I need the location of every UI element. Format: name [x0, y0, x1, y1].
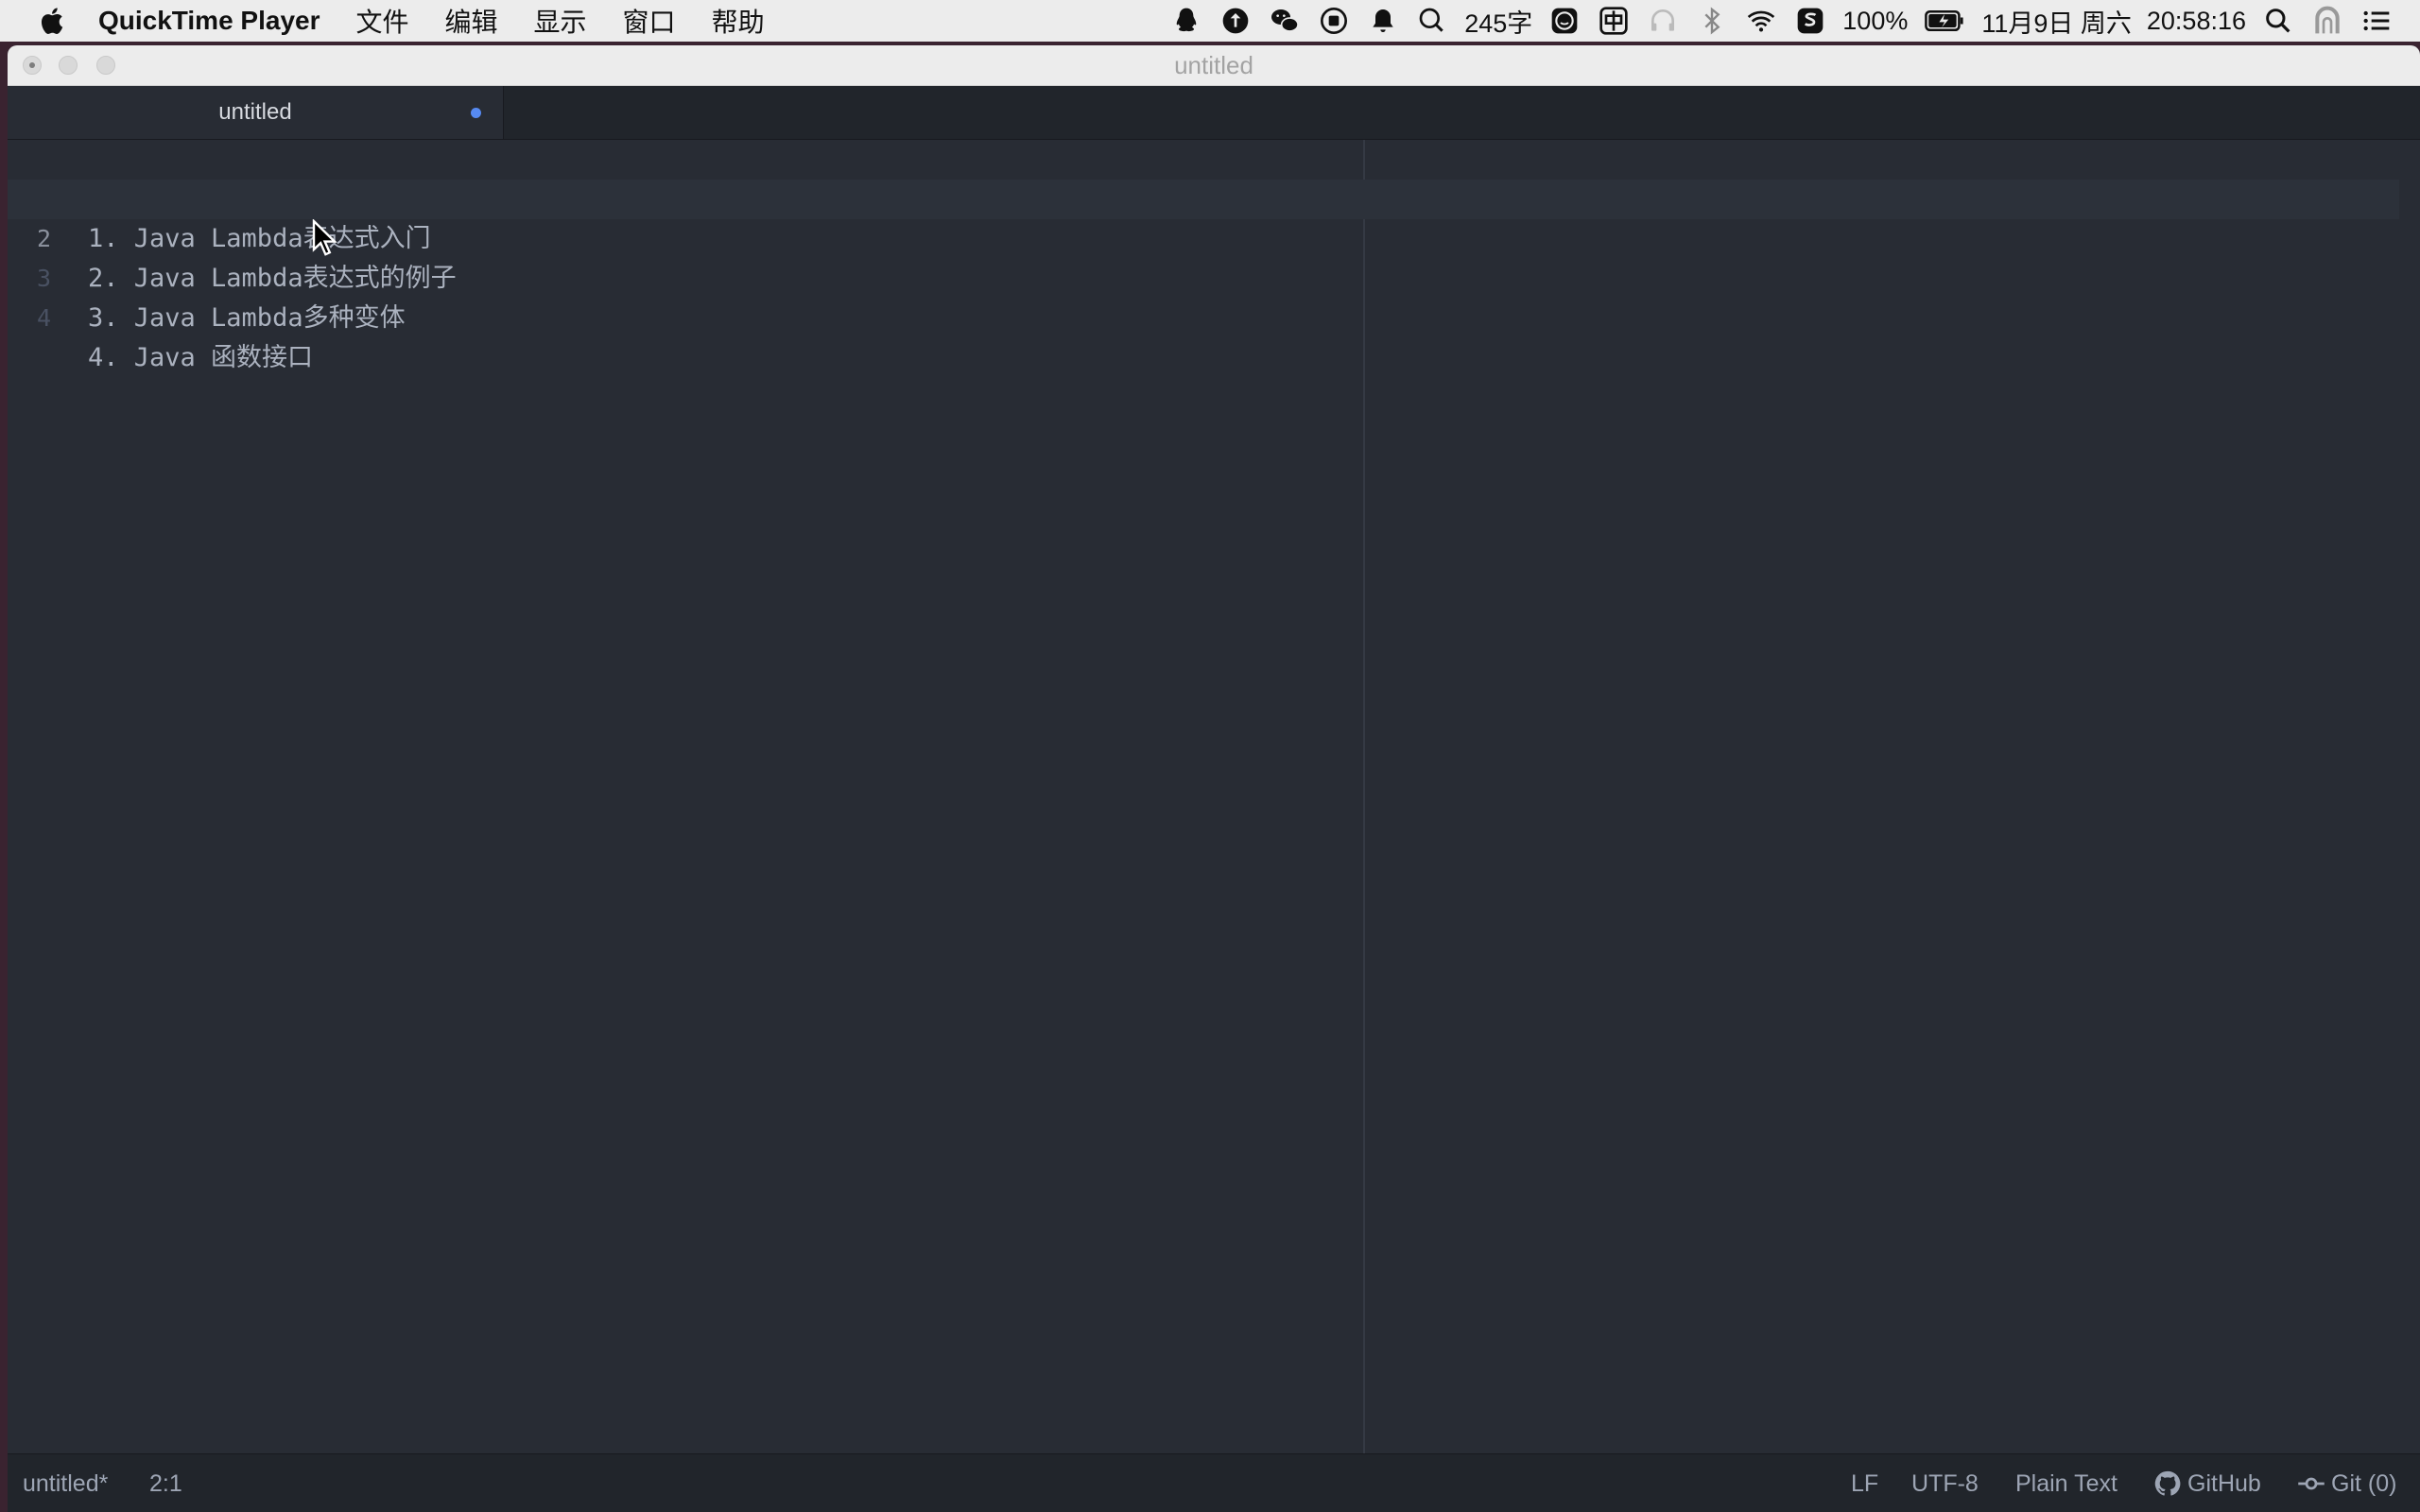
menu-file[interactable]: 文件	[356, 2, 409, 40]
date-text[interactable]: 11月9日 周六	[1981, 3, 2132, 40]
tab-bar: untitled	[8, 86, 2420, 140]
editor-line-1[interactable]: 1 1. Java Lambda表达式入门	[8, 140, 2399, 253]
git-commit-icon	[2298, 1477, 2325, 1490]
record-stop-icon[interactable]	[1318, 5, 1350, 37]
user-profile-icon[interactable]	[2311, 5, 2343, 37]
editor-line-4[interactable]: 4 4. Java 函数接口	[8, 259, 2399, 372]
wifi-icon[interactable]	[1745, 5, 1777, 37]
status-grammar[interactable]: Plain Text	[2015, 1454, 2118, 1512]
mouse-pointer-icon	[312, 219, 337, 256]
editor-line-3[interactable]: 3 3. Java Lambda多种变体	[8, 219, 2399, 333]
editor-line-2[interactable]: 2 2. Java Lambda表达式的例子	[8, 180, 2399, 293]
window-title: untitled	[1174, 51, 1253, 79]
status-encoding[interactable]: UTF-8	[1911, 1454, 1979, 1512]
spotlight-search-icon[interactable]	[2262, 5, 2294, 37]
status-bar: untitled* 2:1 LF UTF-8 Plain Text GitHub…	[8, 1453, 2420, 1512]
tab-title: untitled	[218, 99, 292, 125]
clock-text[interactable]: 20:58:16	[2147, 7, 2246, 36]
status-file-name[interactable]: untitled*	[23, 1454, 108, 1512]
text-editor[interactable]: 1 1. Java Lambda表达式入门 2 2. Java Lambda表达…	[8, 140, 2420, 1453]
menu-help[interactable]: 帮助	[712, 2, 765, 40]
menu-bar: QuickTime Player 文件 编辑 显示 窗口 帮助 245字 100…	[0, 0, 2420, 42]
tab-untitled[interactable]: untitled	[8, 86, 504, 139]
sogou-input-icon[interactable]	[1794, 5, 1826, 37]
battery-charging-icon[interactable]	[1924, 5, 1965, 37]
qq-icon[interactable]	[1170, 5, 1202, 37]
upload-circle-icon[interactable]	[1219, 5, 1252, 37]
bluetooth-icon[interactable]	[1696, 5, 1728, 37]
line-text[interactable]: 4. Java 函数接口	[88, 338, 313, 378]
menu-view[interactable]: 显示	[534, 2, 587, 40]
status-cursor-position[interactable]: 2:1	[149, 1454, 182, 1512]
smiley-icon[interactable]	[1548, 5, 1581, 37]
apple-logo-icon[interactable]	[38, 5, 66, 37]
wechat-icon[interactable]	[1269, 5, 1301, 37]
chat-search-icon[interactable]	[1416, 5, 1448, 37]
app-name-menu[interactable]: QuickTime Player	[98, 6, 320, 36]
git-label: Git (0)	[2331, 1470, 2397, 1497]
editor-window: untitled untitled 1 1. Java Lambda表达式入门 …	[8, 45, 2420, 1512]
line-number: 4	[36, 304, 51, 332]
status-github-button[interactable]: GitHub	[2153, 1454, 2261, 1512]
github-octocat-icon	[2154, 1470, 2181, 1496]
line-text[interactable]: 3. Java Lambda多种变体	[88, 299, 406, 338]
status-line-ending[interactable]: LF	[1851, 1454, 1878, 1512]
headphones-icon[interactable]	[1647, 5, 1679, 37]
input-method-icon[interactable]	[1598, 5, 1630, 37]
github-label: GitHub	[2187, 1470, 2261, 1497]
menu-window[interactable]: 窗口	[623, 2, 676, 40]
wrap-guide	[1363, 140, 1365, 1453]
title-bar[interactable]: untitled	[8, 45, 2420, 86]
battery-percent-text[interactable]: 100%	[1842, 7, 1908, 36]
modified-indicator-dot[interactable]	[471, 108, 481, 118]
status-git-button[interactable]: Git (0)	[2297, 1454, 2396, 1512]
notification-bell-icon[interactable]	[1367, 5, 1399, 37]
notification-center-icon[interactable]	[2360, 5, 2393, 37]
word-count-text[interactable]: 245字	[1464, 3, 1532, 40]
menu-edit[interactable]: 编辑	[445, 2, 498, 40]
